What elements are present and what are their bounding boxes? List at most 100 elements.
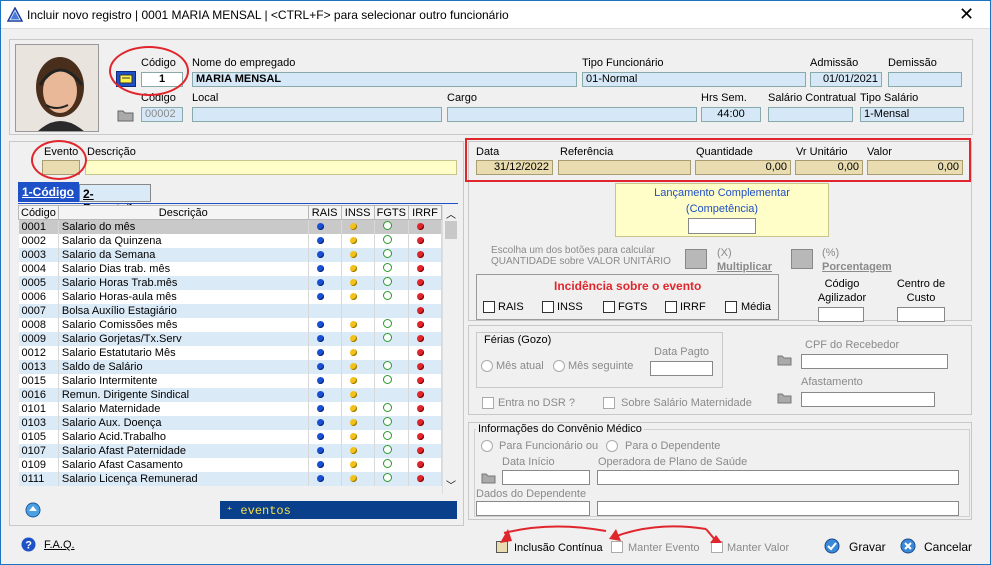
row-irrf-cell (408, 331, 443, 346)
mes-seguinte-radio[interactable] (553, 360, 565, 372)
table-row[interactable]: 0111 Salario Licença Remunerad (18, 471, 443, 486)
table-row[interactable]: 0107 Salario Afast Paternidade (18, 443, 443, 458)
avatar (16, 45, 98, 131)
dados-dependente-input[interactable] (476, 501, 590, 516)
row-code: 0005 (18, 275, 59, 290)
col-fgts[interactable]: FGTS (373, 205, 409, 220)
tipo-funcionario-field[interactable]: 01-Normal (582, 72, 806, 87)
mes-atual-label: Mês atual (496, 360, 544, 372)
dependente-detail-input[interactable] (597, 501, 959, 516)
gravar-button[interactable]: Gravar (849, 540, 886, 554)
table-row[interactable]: 0006 Salario Horas-aula mês (18, 289, 443, 304)
scroll-up-icon[interactable]: ︿ (446, 206, 456, 221)
eventos-button[interactable]: ⁺ eventos (220, 501, 457, 519)
table-row[interactable]: 0002 Salario da Quinzena (18, 233, 443, 248)
col-irrf[interactable]: IRRF (407, 205, 443, 220)
hrs-field[interactable]: 44:00 (701, 107, 761, 122)
table-row[interactable]: 0001 Salario do mês (18, 219, 443, 234)
calculator-percent-icon[interactable] (791, 249, 813, 269)
folder-open-icon[interactable] (481, 472, 497, 484)
table-row[interactable]: 0004 Salario Dias trab. mês (18, 261, 443, 276)
para-dependente-radio[interactable] (606, 440, 618, 452)
table-row[interactable]: 0003 Salario da Semana (18, 247, 443, 262)
folder-open-icon[interactable] (777, 392, 793, 404)
table-row[interactable]: 0005 Salario Horas Trab.mês (18, 275, 443, 290)
inc-irrf-checkbox[interactable] (665, 301, 677, 313)
sobre-maternidade-label: Sobre Salário Maternidade (621, 397, 752, 409)
inc-rais-checkbox[interactable] (483, 301, 495, 313)
table-row[interactable]: 0101 Salario Maternidade (18, 401, 443, 416)
row-inss-cell (341, 415, 375, 430)
faq-link[interactable]: F.A.Q. (44, 539, 75, 551)
col-descricao[interactable]: Descrição (57, 205, 309, 220)
row-irrf-cell (408, 247, 443, 262)
col-inss[interactable]: INSS (340, 205, 375, 220)
nome-field[interactable]: MARIA MENSAL (192, 72, 577, 87)
table-row[interactable]: 0109 Salario Afast Casamento (18, 457, 443, 472)
inc-media-checkbox[interactable] (725, 301, 737, 313)
evento-descricao-input[interactable] (85, 160, 457, 175)
save-check-icon[interactable] (824, 538, 840, 554)
close-icon[interactable]: ✕ (959, 4, 974, 25)
competencia-input[interactable] (688, 218, 756, 234)
row-irrf-cell (408, 289, 443, 304)
table-row[interactable]: 0105 Salario Acid.Trabalho (18, 429, 443, 444)
sobre-maternidade-checkbox[interactable] (603, 397, 615, 409)
folder-open-icon[interactable] (777, 354, 793, 366)
row-irrf-cell (408, 415, 443, 430)
grid-scrollbar[interactable]: ︿ ﹀ (442, 205, 458, 494)
row-description: Salario Dias trab. mês (58, 261, 309, 276)
inc-fgts-checkbox[interactable] (603, 301, 615, 313)
col-rais[interactable]: RAIS (307, 205, 342, 220)
data-pagto-input[interactable] (650, 361, 713, 376)
row-inss-cell (341, 289, 375, 304)
codigo-agilizador-input[interactable] (818, 307, 864, 322)
annotation-arrows (500, 525, 722, 543)
calculator-multiply-icon[interactable] (685, 249, 707, 269)
porcentagem-button[interactable]: Porcentagem (822, 261, 892, 273)
row-code: 0101 (18, 401, 59, 416)
scroll-thumb[interactable] (445, 221, 457, 239)
tab-codigo[interactable]: 1-Código (18, 182, 79, 202)
incidencia-title: Incidência sobre o evento (554, 279, 702, 293)
cpf-input[interactable] (801, 354, 948, 369)
cancel-x-icon[interactable] (900, 538, 916, 554)
multiplicar-button[interactable]: Multiplicar (717, 261, 772, 273)
table-row[interactable]: 0015 Salario Intermitente (18, 373, 443, 388)
help-icon[interactable]: ? (21, 537, 36, 552)
afastamento-input[interactable] (801, 392, 935, 407)
folder-open-icon[interactable] (117, 108, 135, 122)
table-row[interactable]: 0103 Salario Aux. Doença (18, 415, 443, 430)
local-field[interactable] (192, 107, 442, 122)
demissao-field[interactable] (888, 72, 962, 87)
operadora-input[interactable] (597, 470, 959, 485)
entra-dsr-label: Entra no DSR ? (498, 397, 576, 409)
row-irrf-cell (408, 275, 443, 290)
entra-dsr-checkbox[interactable] (482, 397, 494, 409)
cancelar-button[interactable]: Cancelar (924, 540, 972, 554)
employee-photo (15, 44, 99, 132)
admissao-field[interactable]: 01/01/2021 (810, 72, 882, 87)
cargo-field[interactable] (447, 107, 697, 122)
table-row[interactable]: 0012 Salario Estatutario Mês (18, 345, 443, 360)
col-codigo[interactable]: Código (18, 205, 59, 220)
tab-descricao[interactable]: 2-Descrição (79, 184, 151, 215)
table-row[interactable]: 0007 Bolsa Auxílio Estagiário (18, 303, 443, 318)
table-row[interactable]: 0009 Salario Gorjetas/Tx.Serv (18, 331, 443, 346)
arrow-up-circle-icon[interactable] (25, 502, 41, 518)
codigo2-field[interactable]: 00002 (141, 107, 183, 122)
fgts-indicator-icon (382, 276, 392, 286)
tipo-salario-field[interactable]: 1-Mensal (860, 107, 964, 122)
data-inicio-input[interactable] (502, 470, 590, 485)
mes-atual-radio[interactable] (481, 360, 493, 372)
inc-inss-checkbox[interactable] (542, 301, 554, 313)
table-row[interactable]: 0016 Remun. Dirigente Sindical (18, 387, 443, 402)
centro-custo-input[interactable] (897, 307, 945, 322)
table-row[interactable]: 0013 Saldo de Salário (18, 359, 443, 374)
scroll-down-icon[interactable]: ﹀ (446, 477, 456, 492)
row-code: 0009 (18, 331, 59, 346)
table-row[interactable]: 0008 Salario Comissões mês (18, 317, 443, 332)
salario-contratual-field[interactable] (768, 107, 853, 122)
para-funcionario-radio[interactable] (481, 440, 493, 452)
descricao-label: Descrição (87, 146, 136, 158)
